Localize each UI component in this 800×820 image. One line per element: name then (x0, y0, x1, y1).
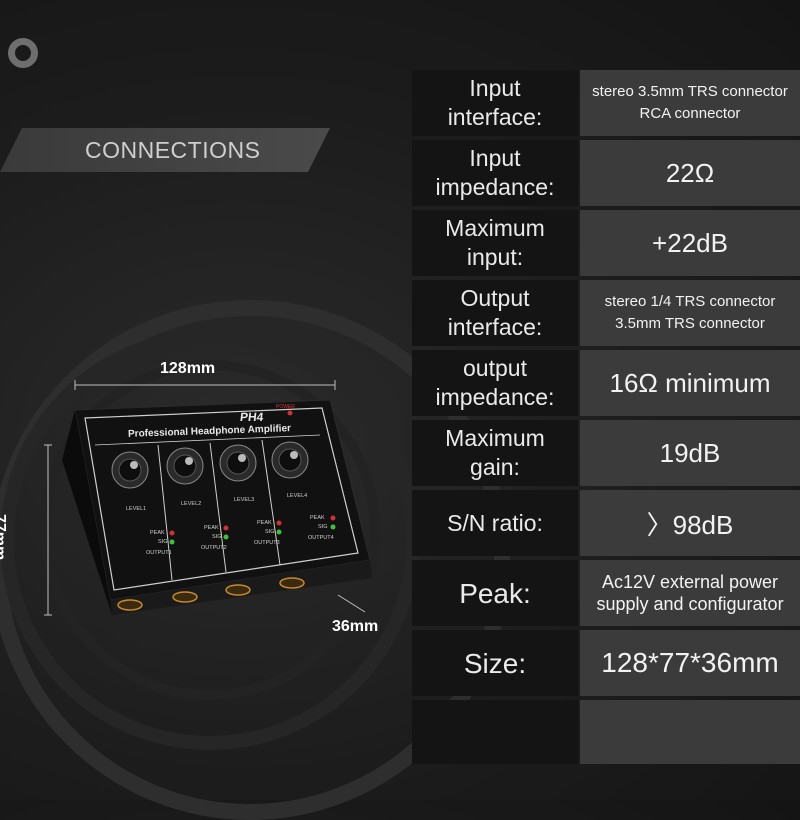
spec-label: Size: (412, 630, 578, 696)
spec-row: Maximum gain: 19dB (412, 420, 800, 486)
spec-label: output impedance: (412, 350, 578, 416)
spec-table: Input interface: stereo 3.5mm TRS connec… (412, 70, 800, 768)
spec-value: 19dB (580, 420, 800, 486)
spec-value: 22Ω (580, 140, 800, 206)
spec-label (412, 700, 578, 764)
spec-label: S/N ratio: (412, 490, 578, 556)
spec-value: Ac12V external power supply and configur… (580, 560, 800, 626)
spec-label: Input interface: (412, 70, 578, 136)
brand-ring-icon (8, 38, 38, 68)
spec-label: Peak: (412, 560, 578, 626)
spec-row: Maximum input: +22dB (412, 210, 800, 276)
spec-row: Input impedance: 22Ω (412, 140, 800, 206)
spec-value: 〉98dB (580, 490, 800, 556)
spec-value: 128*77*36mm (580, 630, 800, 696)
spec-row: Size: 128*77*36mm (412, 630, 800, 696)
spec-row: Input interface: stereo 3.5mm TRS connec… (412, 70, 800, 136)
spec-value: +22dB (580, 210, 800, 276)
spec-label: Maximum gain: (412, 420, 578, 486)
background-ring-inner (40, 360, 380, 700)
spec-label: Input impedance: (412, 140, 578, 206)
spec-label: Maximum input: (412, 210, 578, 276)
spec-label: Output interface: (412, 280, 578, 346)
depth-dimension-label: 36mm (332, 618, 379, 635)
spec-row: Peak: Ac12V external power supply and co… (412, 560, 800, 626)
spec-row: S/N ratio: 〉98dB (412, 490, 800, 556)
spec-row: Output interface: stereo 1/4 TRS connect… (412, 280, 800, 346)
banner-title: CONNECTIONS (85, 137, 261, 163)
spec-value: stereo 1/4 TRS connector 3.5mm TRS conne… (580, 280, 800, 346)
width-dimension-label: 128mm (160, 360, 216, 377)
spec-value: stereo 3.5mm TRS connector RCA connector (580, 70, 800, 136)
height-dimension-label: 77mm (0, 514, 8, 561)
spec-row: output impedance: 16Ω minimum (412, 350, 800, 416)
spec-value: 16Ω minimum (580, 350, 800, 416)
spec-value (580, 700, 800, 764)
spec-row (412, 700, 800, 764)
